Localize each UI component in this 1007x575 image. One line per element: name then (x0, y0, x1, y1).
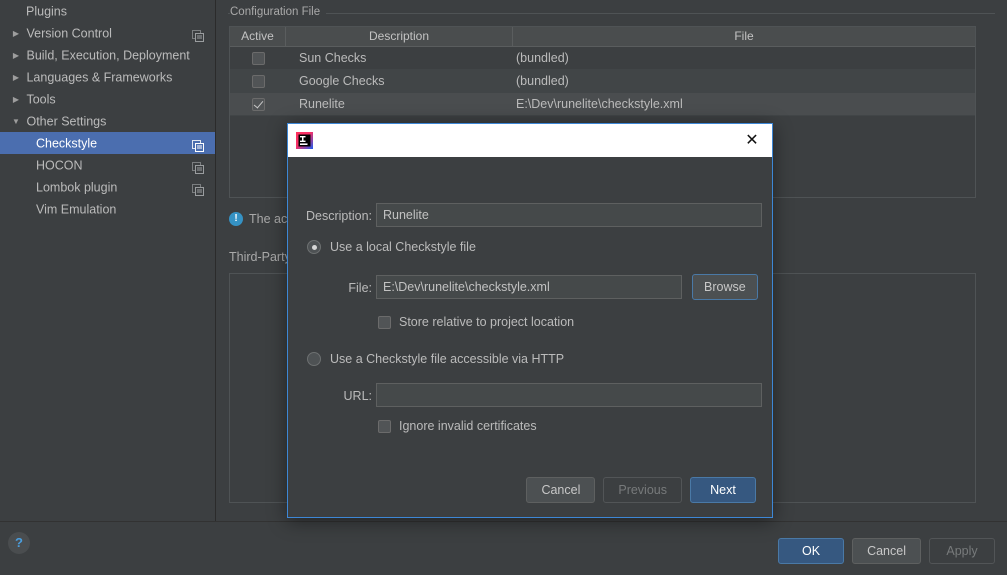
chevron-right-icon: ▶ (12, 72, 20, 82)
sidebar-item-plugins[interactable]: Plugins (0, 0, 215, 22)
description-input[interactable]: Runelite (376, 203, 762, 227)
dialog-title-bar[interactable]: ✕ (288, 124, 772, 157)
sidebar-item-label: Build, Execution, Deployment (26, 48, 190, 63)
group-title-configuration-file: Configuration File (230, 6, 327, 18)
table-row[interactable]: Runelite E:\Dev\runelite\checkstyle.xml (230, 93, 975, 116)
close-icon[interactable]: ✕ (732, 124, 772, 157)
checkbox-icon[interactable] (251, 51, 265, 65)
description-cell: Sun Checks (299, 51, 367, 65)
http-file-radio-label: Use a Checkstyle file accessible via HTT… (330, 352, 565, 366)
settings-sidebar: Plugins ▶ Version Control ▶ Build, Execu… (0, 0, 215, 521)
column-header-active[interactable]: Active (230, 27, 286, 46)
ignore-certificates-label: Ignore invalid certificates (399, 419, 537, 433)
description-label: Description: (306, 209, 372, 223)
store-relative-row[interactable]: Store relative to project location (378, 315, 574, 329)
url-label: URL: (343, 389, 372, 403)
active-configuration-info: ! The act (229, 212, 291, 226)
intellij-idea-icon (296, 132, 313, 149)
file-cell: (bundled) (516, 74, 569, 88)
chevron-right-icon: ▶ (12, 94, 20, 104)
apply-button: Apply (929, 538, 995, 564)
sidebar-item-tools[interactable]: ▶ Tools (0, 88, 215, 110)
checkbox-checked-icon[interactable] (251, 97, 265, 111)
sidebar-item-label: HOCON (36, 158, 83, 173)
table-row[interactable]: Google Checks (bundled) (230, 70, 975, 93)
footer-button-row: OK Cancel Apply (778, 538, 995, 564)
description-cell: Runelite (299, 97, 345, 111)
copy-icon (192, 159, 204, 174)
group-divider (228, 13, 995, 14)
ignore-certificates-row[interactable]: Ignore invalid certificates (378, 419, 537, 433)
file-cell: E:\Dev\runelite\checkstyle.xml (516, 97, 683, 111)
checkbox-icon[interactable] (378, 315, 391, 329)
sidebar-item-languages-frameworks[interactable]: ▶ Languages & Frameworks (0, 66, 215, 88)
file-cell: (bundled) (516, 51, 569, 65)
http-file-radio-row[interactable]: Use a Checkstyle file accessible via HTT… (307, 352, 564, 366)
sidebar-item-version-control[interactable]: ▶ Version Control (0, 22, 215, 44)
copy-icon (192, 181, 204, 196)
table-row[interactable]: Sun Checks (bundled) (230, 47, 975, 70)
cancel-button[interactable]: Cancel (852, 538, 921, 564)
sidebar-item-checkstyle[interactable]: Checkstyle (0, 132, 215, 154)
dialog-button-row: Cancel Previous Next (526, 477, 756, 503)
sidebar-item-build-execution-deployment[interactable]: ▶ Build, Execution, Deployment (0, 44, 215, 66)
copy-icon (192, 27, 204, 42)
local-file-radio-label: Use a local Checkstyle file (330, 240, 476, 254)
copy-icon (192, 137, 204, 152)
third-party-title: Third-Party (229, 250, 291, 264)
column-header-description[interactable]: Description (286, 27, 513, 46)
active-checkbox-cell[interactable] (230, 70, 286, 92)
sidebar-item-other-settings[interactable]: ▼ Other Settings (0, 110, 215, 132)
browse-button[interactable]: Browse (692, 274, 758, 300)
info-icon: ! (229, 212, 243, 226)
dialog-body: Description: Runelite Use a local Checks… (288, 157, 772, 517)
active-checkbox-cell[interactable] (230, 47, 286, 69)
local-file-radio-row[interactable]: Use a local Checkstyle file (307, 240, 476, 254)
active-checkbox-cell[interactable] (230, 93, 286, 115)
sidebar-item-label: Plugins (26, 4, 67, 19)
sidebar-item-label: Checkstyle (36, 136, 98, 151)
sidebar-item-label: Tools (26, 92, 56, 107)
sidebar-item-label: Other Settings (26, 114, 107, 129)
sidebar-item-label: Lombok plugin (36, 180, 118, 195)
sidebar-item-lombok-plugin[interactable]: Lombok plugin (0, 176, 215, 198)
sidebar-item-label: Languages & Frameworks (26, 70, 173, 85)
sidebar-item-vim-emulation[interactable]: Vim Emulation (0, 198, 215, 220)
chevron-right-icon: ▶ (12, 50, 20, 60)
settings-window: Plugins ▶ Version Control ▶ Build, Execu… (0, 0, 1007, 575)
configuration-wizard-dialog: ✕ Description: Runelite Use a local Chec… (287, 123, 773, 518)
dialog-previous-button: Previous (603, 477, 682, 503)
radio-selected-icon[interactable] (307, 240, 321, 254)
sidebar-item-hocon[interactable]: HOCON (0, 154, 215, 176)
file-label: File: (348, 281, 372, 295)
description-cell: Google Checks (299, 74, 385, 88)
store-relative-label: Store relative to project location (399, 315, 575, 329)
dialog-cancel-button[interactable]: Cancel (526, 477, 596, 503)
checkbox-icon[interactable] (251, 74, 265, 88)
sidebar-item-label: Version Control (26, 26, 112, 41)
dialog-next-button[interactable]: Next (690, 477, 756, 503)
file-input[interactable]: E:\Dev\runelite\checkstyle.xml (376, 275, 682, 299)
sidebar-item-label: Vim Emulation (36, 202, 117, 217)
chevron-down-icon: ▼ (12, 116, 20, 126)
help-button[interactable]: ? (8, 532, 30, 554)
table-header-row: Active Description File (230, 27, 975, 47)
info-text: The act (249, 212, 291, 226)
column-header-file[interactable]: File (513, 27, 975, 46)
ok-button[interactable]: OK (778, 538, 845, 564)
url-input[interactable] (376, 383, 762, 407)
checkbox-icon[interactable] (378, 419, 391, 433)
chevron-right-icon: ▶ (12, 28, 20, 38)
radio-unselected-icon[interactable] (307, 352, 321, 366)
